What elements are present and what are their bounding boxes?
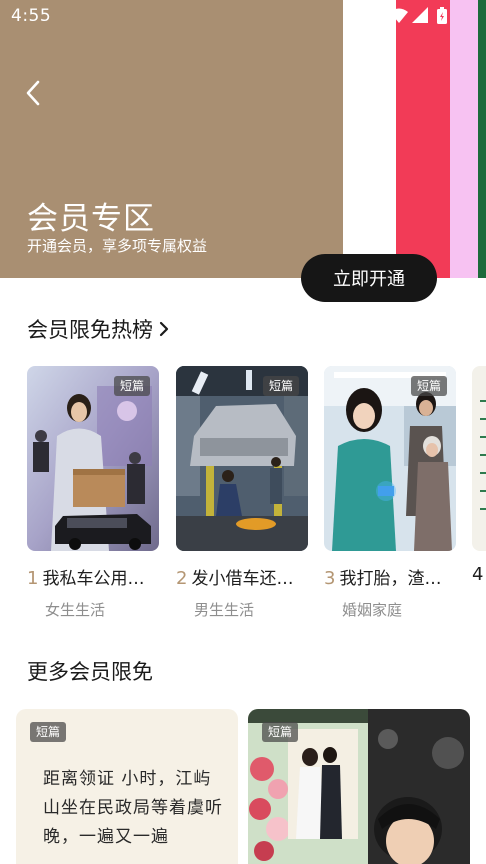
more-book-card[interactable]: 短篇 <box>248 709 470 864</box>
short-story-badge: 短篇 <box>262 722 299 742</box>
section-title-hot: 会员限免热榜 <box>27 318 153 342</box>
book-excerpt: 距离领证 小时，江屿山坐在民政局等着虞听晚，一遍又一遍 <box>43 769 223 847</box>
chevron-right-icon <box>159 321 169 337</box>
member-banner: 4:55 会员专区 开通会员，享多项专属权益 <box>0 0 486 278</box>
back-button[interactable] <box>16 76 50 110</box>
book-category: 女生生活 <box>45 601 106 619</box>
hot-book-card[interactable]: 短篇 2 发小借车还… 男生生活 <box>176 366 308 626</box>
hot-list-header[interactable]: 会员限免热榜 <box>27 314 171 344</box>
rank-number: 2 <box>176 568 188 588</box>
short-story-badge: 短篇 <box>262 376 299 396</box>
book-category: 婚姻家庭 <box>342 601 403 619</box>
rank-line: 1 我私车公用… <box>27 564 159 588</box>
short-story-badge: 短篇 <box>410 376 447 396</box>
signal-icon <box>412 7 428 23</box>
short-story-badge: 短篇 <box>30 722 67 742</box>
page-title: 会员专区 <box>27 201 155 237</box>
wifi-icon <box>390 8 408 23</box>
book-cover-image: 短篇 <box>27 366 159 551</box>
banner-stripe <box>396 0 450 278</box>
rank-number: 4 <box>472 564 484 585</box>
chevron-left-icon <box>26 80 40 106</box>
status-icons <box>390 7 447 24</box>
book-category: 男生生活 <box>194 601 255 619</box>
battery-icon <box>437 7 447 24</box>
book-title: 发小借车还… <box>191 569 294 588</box>
short-story-badge: 短篇 <box>113 376 150 396</box>
page-subtitle: 开通会员，享多项专属权益 <box>27 237 208 255</box>
hot-list: 短篇 1 我私车公用… 女生生活 短篇 2 发小借车还… 男生生活 短篇 3 我… <box>0 366 486 626</box>
hot-book-card[interactable]: 短篇 3 我打胎，渣… 婚姻家庭 <box>324 366 456 626</box>
banner-stripe <box>450 0 478 278</box>
activate-membership-button[interactable]: 立即开通 <box>301 254 437 302</box>
rank-number: 1 <box>27 568 39 588</box>
book-cover-image: 短篇 <box>324 366 456 551</box>
member-zone-screen: 4:55 会员专区 开通会员，享多项专属权益 立即开通 会员限免热榜 短篇 1 … <box>0 0 486 864</box>
book-title: 我打胎，渣… <box>339 569 442 588</box>
more-book-card[interactable]: 短篇 距离领证 小时，江屿山坐在民政局等着虞听晚，一遍又一遍 <box>16 709 238 864</box>
banner-stripe <box>478 0 486 278</box>
rank-number: 3 <box>324 568 336 588</box>
hot-book-card-partial[interactable] <box>472 366 486 551</box>
rank-line: 2 发小借车还… <box>176 564 308 588</box>
hot-book-card[interactable]: 短篇 1 我私车公用… 女生生活 <box>27 366 159 626</box>
book-title: 我私车公用… <box>42 569 145 588</box>
book-cover-image: 短篇 <box>176 366 308 551</box>
banner-stripe <box>343 0 396 278</box>
rank-line: 3 我打胎，渣… <box>324 564 456 588</box>
section-title-more: 更多会员限免 <box>27 660 153 684</box>
status-time: 4:55 <box>11 6 52 26</box>
